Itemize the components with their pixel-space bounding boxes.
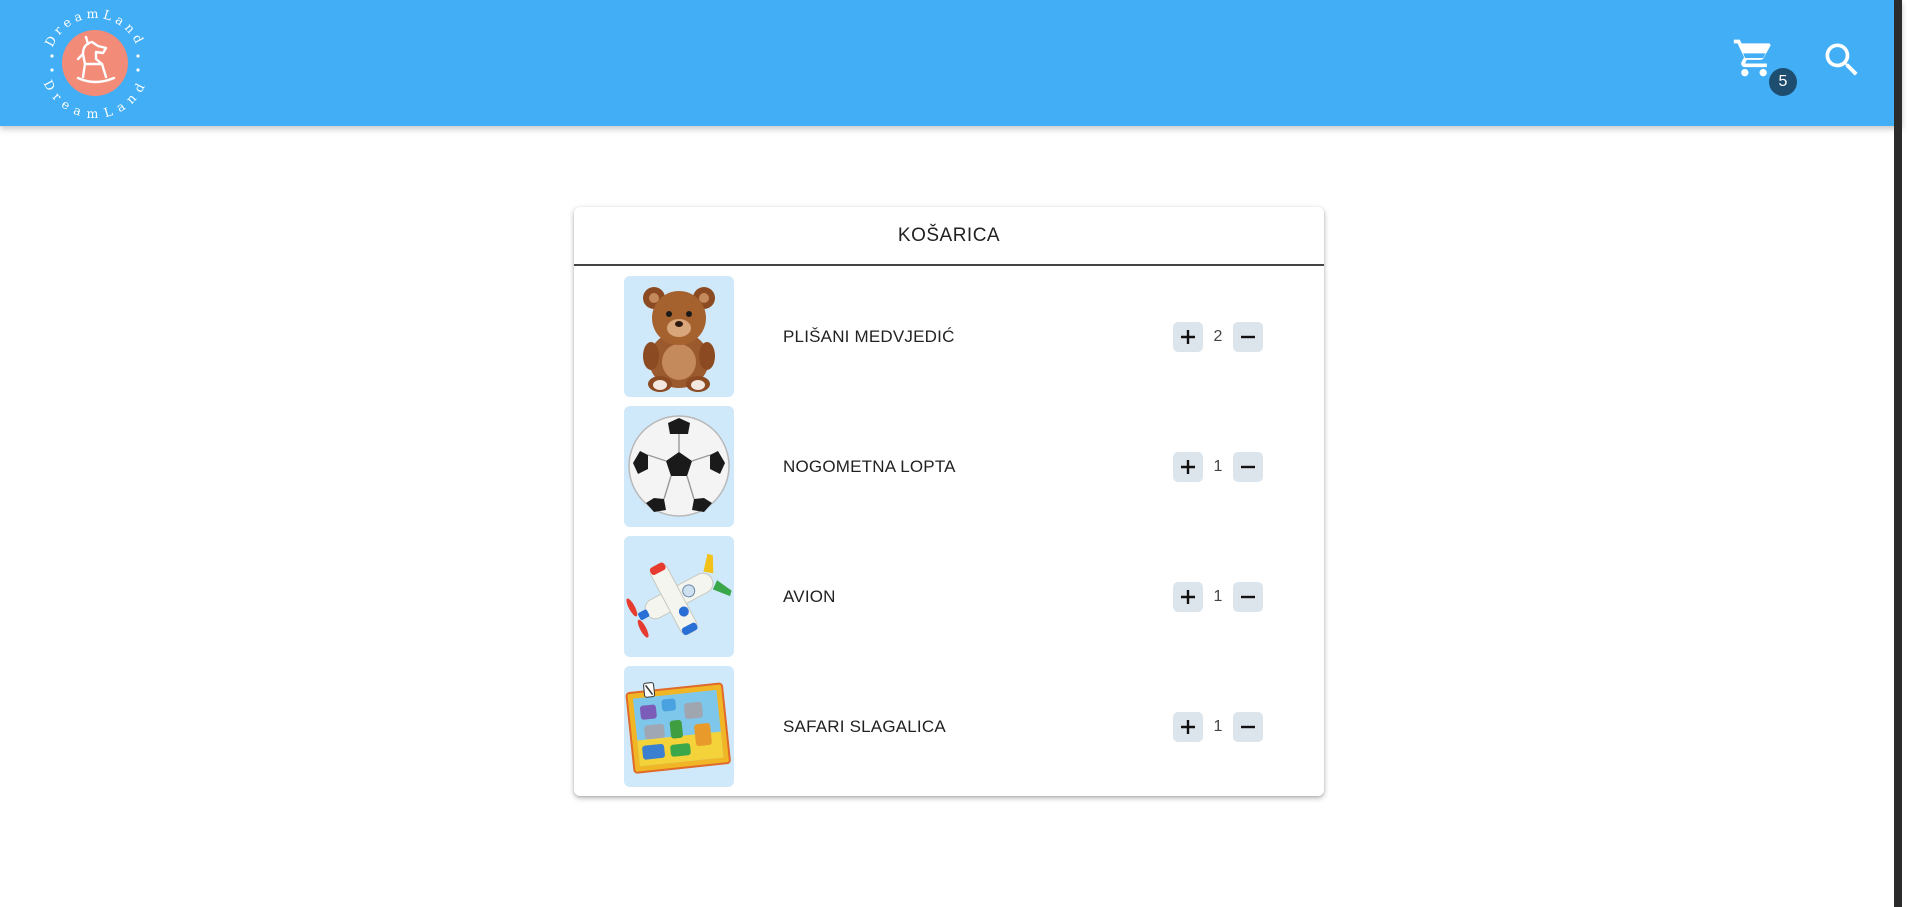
toy-airplane-image <box>624 536 734 657</box>
cart-item-row: PLIŠANI MEDVJEDIĆ 2 <box>574 276 1324 397</box>
shopping-cart-icon <box>1733 39 1771 77</box>
item-name: NOGOMETNA LOPTA <box>783 457 956 476</box>
minus-icon <box>1241 335 1255 339</box>
item-quantity: 1 <box>1213 458 1223 475</box>
logo[interactable]: DreamLand DreamLand <box>36 4 154 122</box>
top-bar: DreamLand DreamLand 5 <box>0 0 1902 126</box>
decrease-qty-button[interactable] <box>1233 582 1263 612</box>
search-button[interactable] <box>1820 38 1864 82</box>
item-quantity: 1 <box>1213 588 1223 605</box>
increase-qty-button[interactable] <box>1173 322 1203 352</box>
decrease-qty-button[interactable] <box>1233 452 1263 482</box>
item-name: PLIŠANI MEDVJEDIĆ <box>783 327 955 346</box>
cart-item-row: NOGOMETNA LOPTA 1 <box>574 406 1324 527</box>
cart-button[interactable]: 5 <box>1732 36 1797 96</box>
increase-qty-button[interactable] <box>1173 582 1203 612</box>
decrease-qty-button[interactable] <box>1233 322 1263 352</box>
plus-icon <box>1181 330 1195 344</box>
teddy-bear-image <box>624 276 734 397</box>
increase-qty-button[interactable] <box>1173 712 1203 742</box>
safari-puzzle-image <box>624 666 734 787</box>
item-name: SAFARI SLAGALICA <box>783 717 946 736</box>
cart-item-row: SAFARI SLAGALICA 1 <box>574 666 1324 787</box>
soccer-ball-image <box>624 406 734 527</box>
minus-icon <box>1241 465 1255 469</box>
increase-qty-button[interactable] <box>1173 452 1203 482</box>
dreamland-logo-icon: DreamLand DreamLand <box>41 6 146 121</box>
item-quantity: 2 <box>1213 328 1223 345</box>
minus-icon <box>1241 595 1255 599</box>
minus-icon <box>1241 725 1255 729</box>
decrease-qty-button[interactable] <box>1233 712 1263 742</box>
cart-title: KOŠARICA <box>574 207 1324 266</box>
item-quantity: 1 <box>1213 718 1223 735</box>
search-icon <box>1825 43 1858 76</box>
plus-icon <box>1181 460 1195 474</box>
plus-icon <box>1181 590 1195 604</box>
plus-icon <box>1181 720 1195 734</box>
cart-item-row: AVION 1 <box>574 536 1324 657</box>
app-root: DreamLand DreamLand 5 KOŠARICA PLIŠANI M… <box>0 0 1902 907</box>
cart-panel: KOŠARICA PLIŠANI MEDVJEDIĆ 2 NOGOMETNA L… <box>574 207 1324 796</box>
window-edge <box>1894 0 1902 907</box>
item-name: AVION <box>783 587 836 606</box>
cart-count-badge: 5 <box>1769 68 1797 96</box>
